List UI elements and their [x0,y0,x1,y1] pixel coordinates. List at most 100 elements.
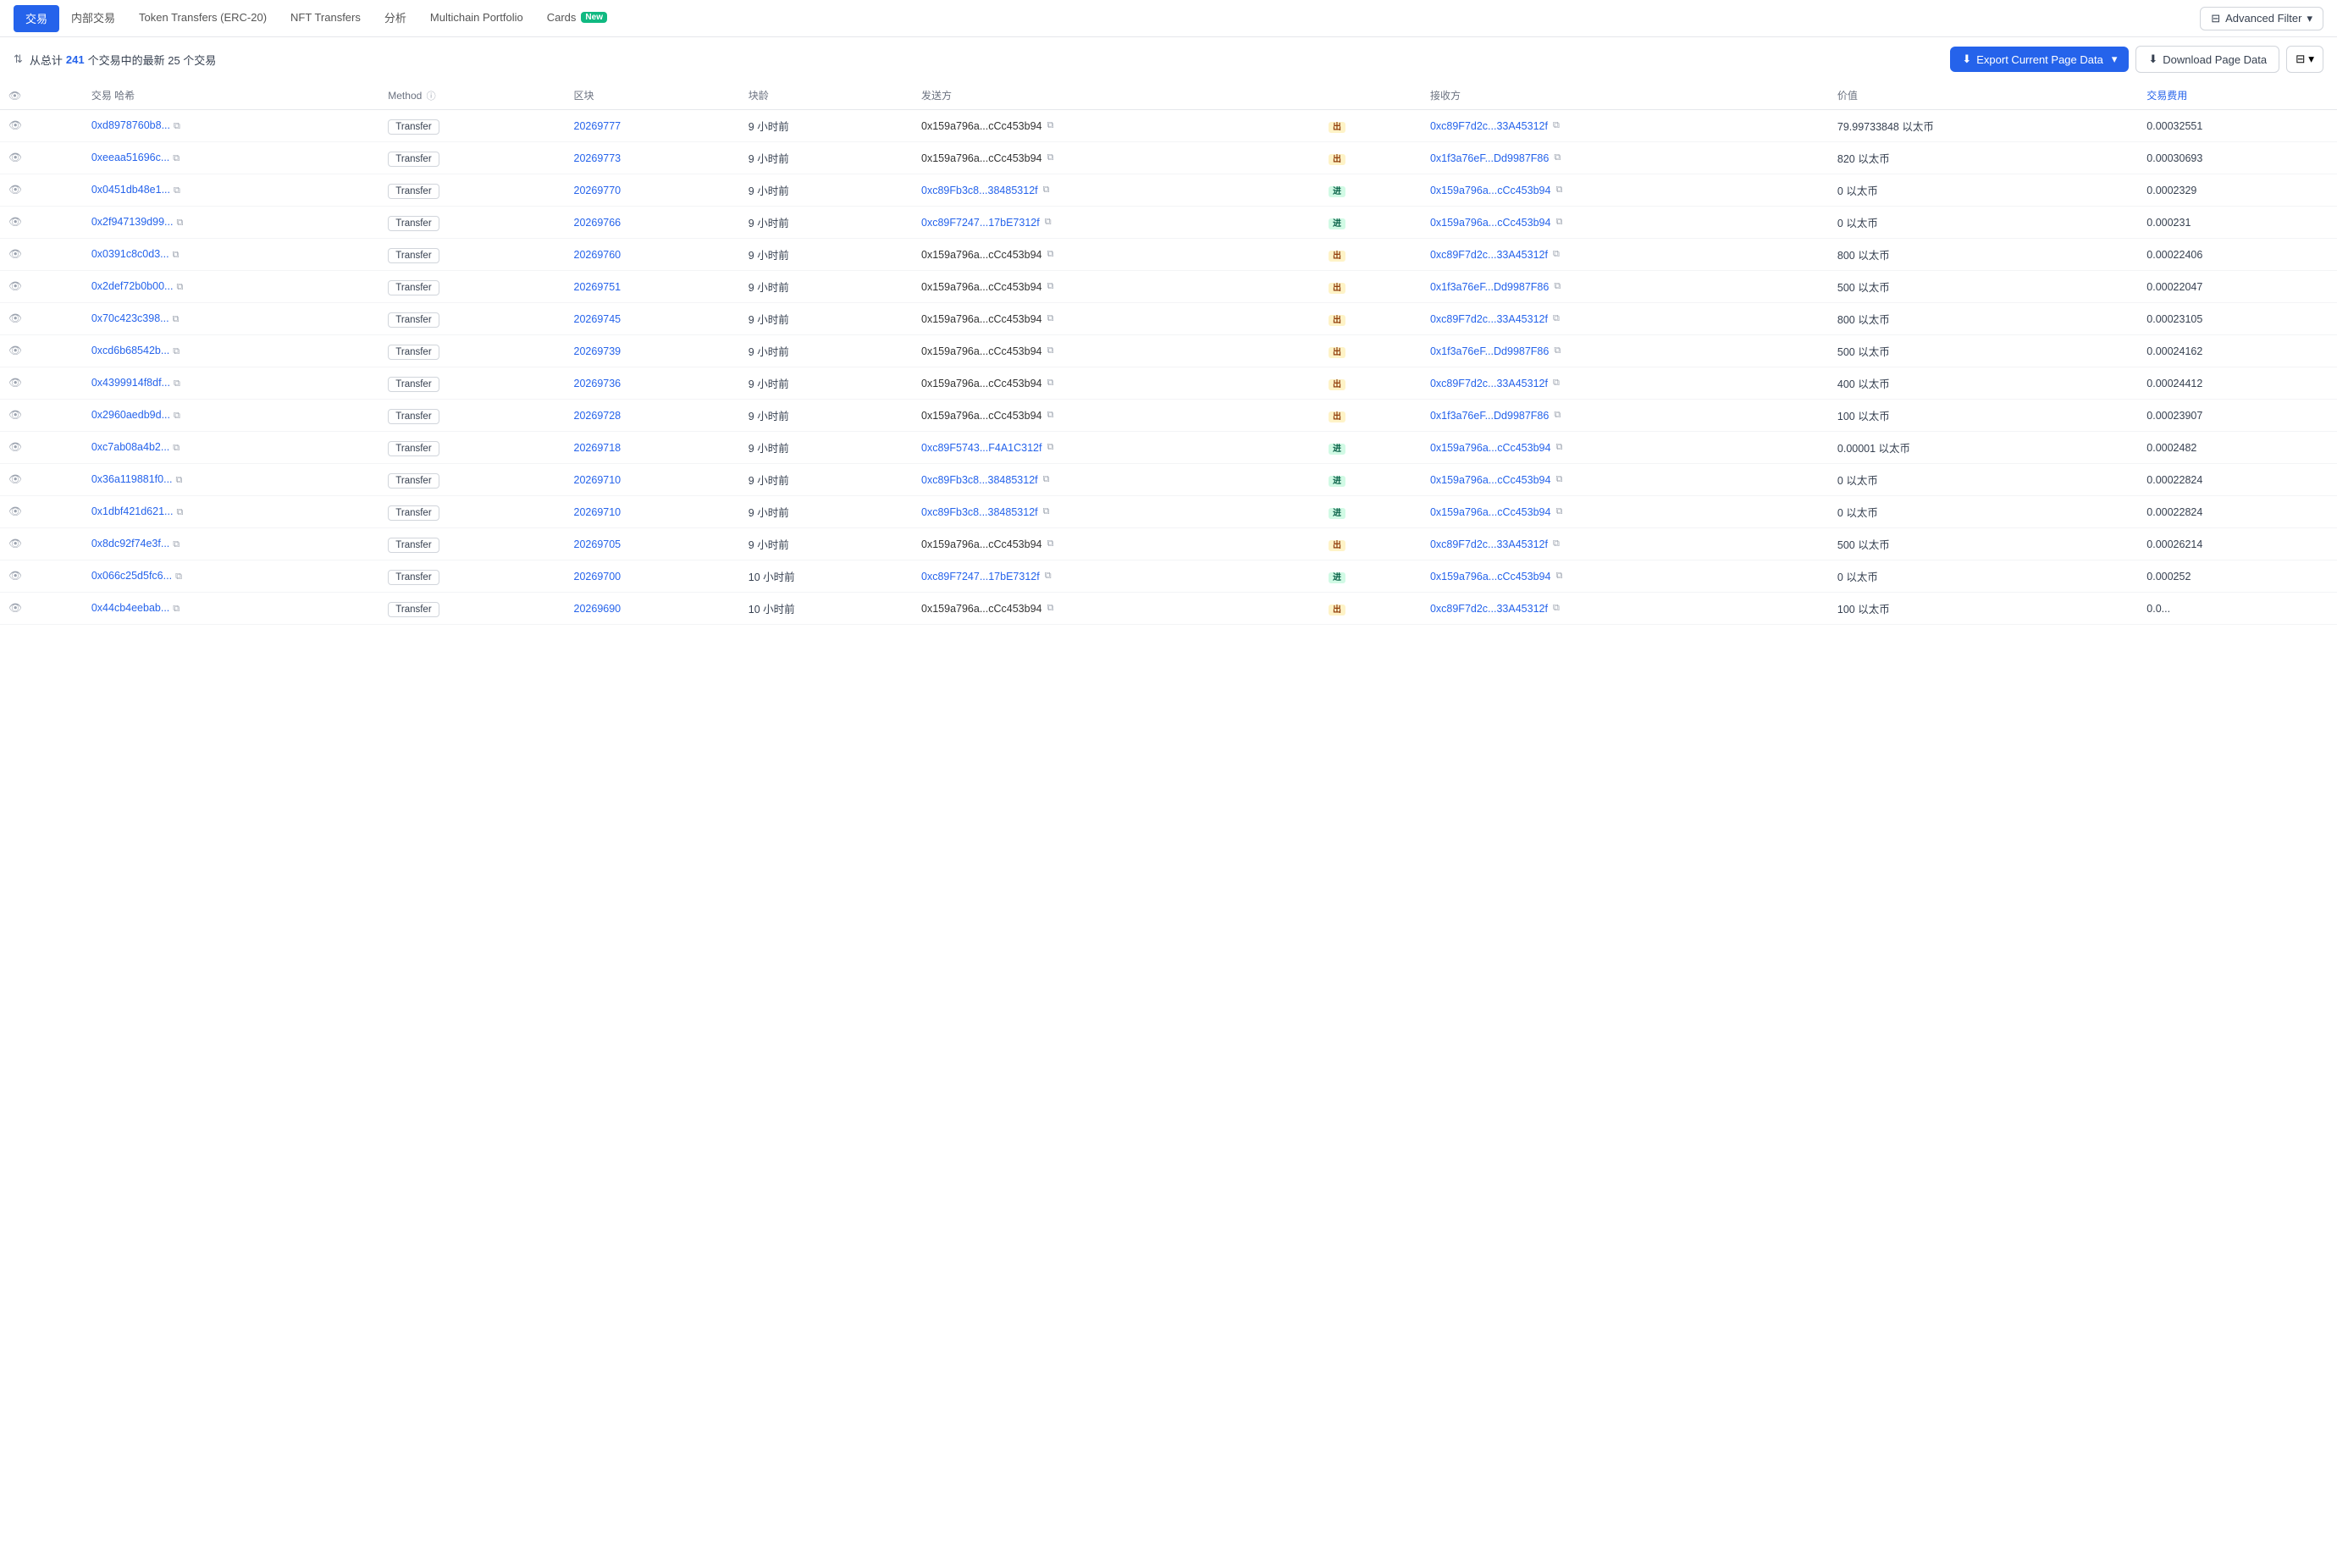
row-eye-icon[interactable]: 👁 [8,248,22,260]
receiver-link[interactable]: 0xc89F7d2c...33A45312f [1430,249,1548,261]
copy-sender-icon[interactable]: ⧉ [1047,410,1054,421]
nav-tab-multichain[interactable]: Multichain Portfolio [418,0,535,37]
row-eye-icon[interactable]: 👁 [8,345,22,356]
tx-hash-link[interactable]: 0xcd6b68542b... [91,345,169,356]
copy-hash-icon[interactable]: ⧉ [176,475,183,485]
copy-receiver-icon[interactable]: ⧉ [1555,474,1562,485]
copy-hash-icon[interactable]: ⧉ [176,218,183,228]
copy-hash-icon[interactable]: ⧉ [175,571,182,582]
row-eye-icon[interactable]: 👁 [8,602,22,614]
copy-sender-icon[interactable]: ⧉ [1047,249,1054,260]
receiver-link[interactable]: 0x159a796a...cCc453b94 [1430,571,1550,582]
row-eye-icon[interactable]: 👁 [8,570,22,582]
copy-receiver-icon[interactable]: ⧉ [1555,217,1562,228]
copy-hash-icon[interactable]: ⧉ [173,346,180,356]
row-eye-icon[interactable]: 👁 [8,152,22,163]
nav-tab-analytics[interactable]: 分析 [373,0,418,37]
tx-hash-link[interactable]: 0x0451db48e1... [91,184,170,196]
nav-tab-erc20[interactable]: Token Transfers (ERC-20) [127,0,279,37]
tx-hash-link[interactable]: 0xc7ab08a4b2... [91,441,169,453]
block-link[interactable]: 20269777 [574,120,622,132]
row-eye-icon[interactable]: 👁 [8,538,22,549]
copy-receiver-icon[interactable]: ⧉ [1553,313,1560,324]
receiver-link[interactable]: 0x1f3a76eF...Dd9987F86 [1430,152,1549,164]
copy-receiver-icon[interactable]: ⧉ [1554,345,1561,356]
sender-link[interactable]: 0xc89Fb3c8...38485312f [921,474,1038,486]
copy-sender-icon[interactable]: ⧉ [1047,378,1054,389]
block-link[interactable]: 20269690 [574,603,622,615]
copy-sender-icon[interactable]: ⧉ [1047,120,1054,131]
tx-hash-link[interactable]: 0x4399914f8df... [91,377,170,389]
block-link[interactable]: 20269766 [574,217,622,229]
receiver-link[interactable]: 0x159a796a...cCc453b94 [1430,506,1550,518]
copy-hash-icon[interactable]: ⧉ [173,604,180,614]
nav-tab-internal[interactable]: 内部交易 [59,0,127,37]
tx-hash-link[interactable]: 0x1dbf421d621... [91,505,174,517]
receiver-link[interactable]: 0x1f3a76eF...Dd9987F86 [1430,410,1549,422]
col-fee[interactable]: 交易费用 [2138,81,2337,110]
receiver-link[interactable]: 0xc89F7d2c...33A45312f [1430,120,1548,132]
block-link[interactable]: 20269736 [574,378,622,389]
copy-sender-icon[interactable]: ⧉ [1043,506,1050,517]
receiver-link[interactable]: 0xc89F7d2c...33A45312f [1430,378,1548,389]
tx-hash-link[interactable]: 0x0391c8c0d3... [91,248,169,260]
row-eye-icon[interactable]: 👁 [8,505,22,517]
block-link[interactable]: 20269739 [574,345,622,357]
export-button[interactable]: ⬇ Export Current Page Data ▾ [1950,47,2129,72]
copy-hash-icon[interactable]: ⧉ [173,314,180,324]
copy-hash-icon[interactable]: ⧉ [173,153,180,163]
copy-sender-icon[interactable]: ⧉ [1047,313,1054,324]
block-link[interactable]: 20269745 [574,313,622,325]
block-link[interactable]: 20269710 [574,474,622,486]
receiver-link[interactable]: 0x1f3a76eF...Dd9987F86 [1430,345,1549,357]
copy-sender-icon[interactable]: ⧉ [1047,345,1054,356]
copy-hash-icon[interactable]: ⧉ [174,378,180,389]
receiver-link[interactable]: 0xc89F7d2c...33A45312f [1430,313,1548,325]
row-eye-icon[interactable]: 👁 [8,441,22,453]
copy-sender-icon[interactable]: ⧉ [1047,152,1054,163]
tx-hash-link[interactable]: 0x2960aedb9d... [91,409,170,421]
row-eye-icon[interactable]: 👁 [8,312,22,324]
tx-hash-link[interactable]: 0x2f947139d99... [91,216,174,228]
copy-hash-icon[interactable]: ⧉ [176,507,183,517]
copy-sender-icon[interactable]: ⧉ [1043,474,1050,485]
copy-receiver-icon[interactable]: ⧉ [1555,442,1562,453]
copy-receiver-icon[interactable]: ⧉ [1553,538,1560,549]
receiver-link[interactable]: 0x159a796a...cCc453b94 [1430,442,1550,454]
copy-receiver-icon[interactable]: ⧉ [1554,410,1561,421]
row-eye-icon[interactable]: 👁 [8,280,22,292]
copy-sender-icon[interactable]: ⧉ [1045,217,1052,228]
block-link[interactable]: 20269760 [574,249,622,261]
advanced-filter-button[interactable]: ⊟ Advanced Filter ▾ [2200,7,2323,30]
row-eye-icon[interactable]: 👁 [8,409,22,421]
tx-hash-link[interactable]: 0x8dc92f74e3f... [91,538,169,549]
copy-sender-icon[interactable]: ⧉ [1047,281,1054,292]
row-eye-icon[interactable]: 👁 [8,184,22,196]
copy-hash-icon[interactable]: ⧉ [174,121,180,131]
tx-hash-link[interactable]: 0x70c423c398... [91,312,169,324]
copy-sender-icon[interactable]: ⧉ [1045,571,1052,582]
copy-hash-icon[interactable]: ⧉ [173,443,180,453]
sender-link[interactable]: 0xc89Fb3c8...38485312f [921,506,1038,518]
block-link[interactable]: 20269718 [574,442,622,454]
receiver-link[interactable]: 0x159a796a...cCc453b94 [1430,217,1550,229]
filter-button[interactable]: ⊟ ▾ [2286,46,2323,73]
tx-hash-link[interactable]: 0x2def72b0b00... [91,280,174,292]
receiver-link[interactable]: 0xc89F7d2c...33A45312f [1430,538,1548,550]
copy-receiver-icon[interactable]: ⧉ [1553,120,1560,131]
row-eye-icon[interactable]: 👁 [8,377,22,389]
block-link[interactable]: 20269728 [574,410,622,422]
copy-receiver-icon[interactable]: ⧉ [1555,571,1562,582]
tx-hash-link[interactable]: 0xd8978760b8... [91,119,170,131]
nav-tab-cards[interactable]: Cards New [535,0,619,37]
copy-receiver-icon[interactable]: ⧉ [1555,506,1562,517]
block-link[interactable]: 20269770 [574,185,622,196]
copy-hash-icon[interactable]: ⧉ [176,282,183,292]
row-eye-icon[interactable]: 👁 [8,216,22,228]
copy-sender-icon[interactable]: ⧉ [1047,603,1054,614]
row-eye-icon[interactable]: 👁 [8,119,22,131]
copy-sender-icon[interactable]: ⧉ [1047,538,1054,549]
block-link[interactable]: 20269751 [574,281,622,293]
tx-hash-link[interactable]: 0x36a119881f0... [91,473,173,485]
tx-hash-link[interactable]: 0xeeaa51696c... [91,152,169,163]
